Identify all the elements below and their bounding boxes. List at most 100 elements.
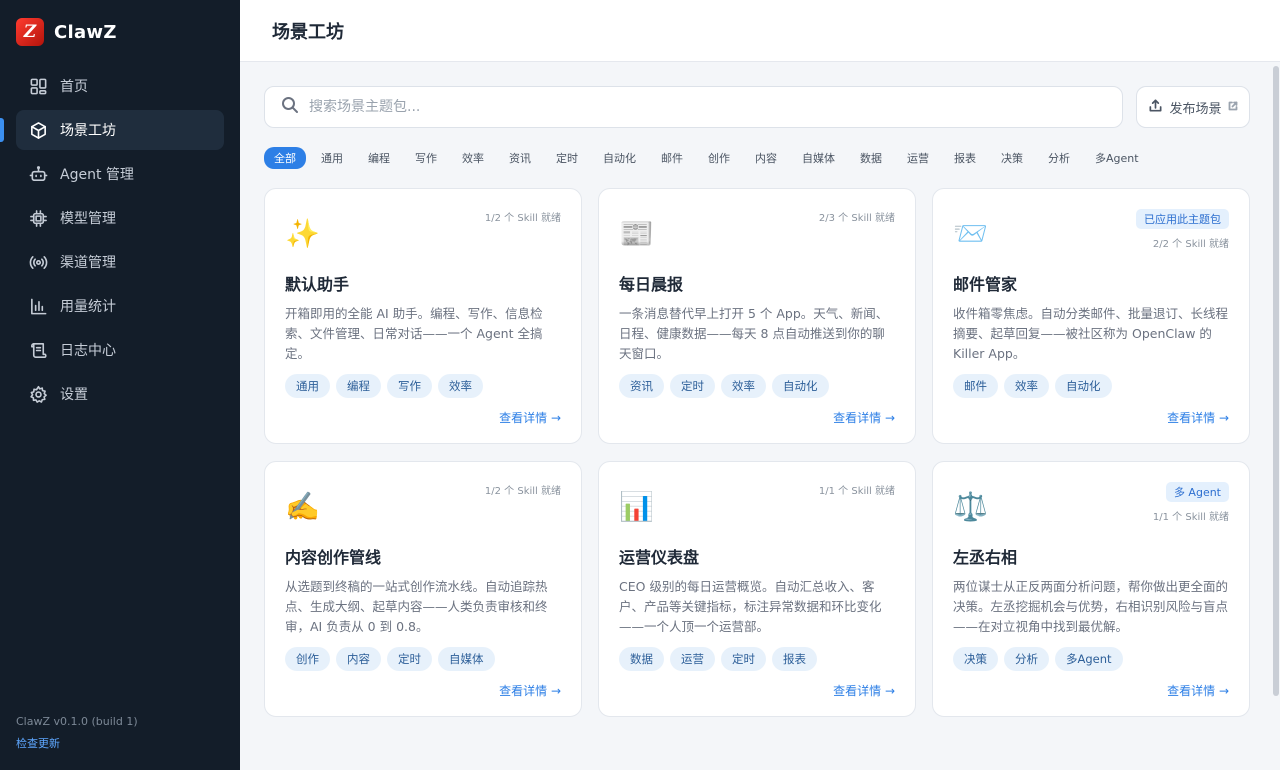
envelope-icon: 📨 xyxy=(953,217,988,250)
tag: 内容 xyxy=(336,647,381,671)
filter-chip[interactable]: 创作 xyxy=(698,147,740,169)
sidebar-item-scene-workshop[interactable]: 场景工坊 xyxy=(16,110,224,150)
robot-icon xyxy=(28,164,48,184)
card-tags: 通用 编程 写作 效率 xyxy=(285,374,489,398)
sidebar-item-channels[interactable]: 渠道管理 xyxy=(16,242,224,282)
filter-chip[interactable]: 内容 xyxy=(745,147,787,169)
tag: 资讯 xyxy=(619,374,664,398)
card-description: 一条消息替代早上打开 5 个 App。天气、新闻、日程、健康数据——每天 8 点… xyxy=(619,306,889,361)
sidebar-item-label: 日志中心 xyxy=(60,343,116,359)
gear-icon xyxy=(28,384,48,404)
card-tags: 创作 内容 定时 自媒体 xyxy=(285,647,501,671)
brand[interactable]: Z ClawZ xyxy=(16,18,117,46)
view-details-link[interactable]: 查看详情 → xyxy=(833,409,895,426)
sidebar-item-label: Agent 管理 xyxy=(60,167,134,183)
card-description: 收件箱零焦虑。自动分类邮件、批量退订、长线程摘要、起草回复——被社区称为 Ope… xyxy=(953,306,1229,361)
sidebar-item-label: 首页 xyxy=(60,79,88,95)
tag: 效率 xyxy=(438,374,483,398)
sidebar-item-label: 用量统计 xyxy=(60,299,116,315)
tag: 分析 xyxy=(1004,647,1049,671)
scene-card[interactable]: 1/2 个 Skill 就绪 ✨ 默认助手 开箱即用的全能 AI 助手。编程、写… xyxy=(264,188,582,444)
check-update-link[interactable]: 检查更新 xyxy=(16,735,60,751)
view-details-link[interactable]: 查看详情 → xyxy=(499,682,561,699)
filter-chip[interactable]: 报表 xyxy=(944,147,986,169)
sidebar-item-usage[interactable]: 用量统计 xyxy=(16,286,224,326)
sidebar-item-label: 渠道管理 xyxy=(60,255,116,271)
writing-hand-icon: ✍️ xyxy=(285,490,320,523)
filter-chip[interactable]: 定时 xyxy=(546,147,588,169)
scene-card[interactable]: 1/1 个 Skill 就绪 📊 运营仪表盘 CEO 级别的每日运营概览。自动汇… xyxy=(598,461,916,717)
sidebar-item-settings[interactable]: 设置 xyxy=(16,374,224,414)
bar-chart-emoji-icon: 📊 xyxy=(619,490,654,523)
publish-scene-button[interactable]: 发布场景 xyxy=(1136,86,1250,128)
sidebar-item-label: 模型管理 xyxy=(60,211,116,227)
tag: 数据 xyxy=(619,647,664,671)
scene-card[interactable]: 已应用此主题包 2/2 个 Skill 就绪 📨 邮件管家 收件箱零焦虑。自动分… xyxy=(932,188,1250,444)
filter-chip[interactable]: 通用 xyxy=(311,147,353,169)
sidebar-item-agent[interactable]: Agent 管理 xyxy=(16,154,224,194)
sidebar-nav: 首页 场景工坊 Agent 管理 模型管理 渠道管理 用量统计 日志中心 设置 xyxy=(16,66,224,418)
upload-icon xyxy=(1148,98,1163,117)
scene-card[interactable]: 2/3 个 Skill 就绪 📰 每日晨报 一条消息替代早上打开 5 个 App… xyxy=(598,188,916,444)
scene-card[interactable]: 多 Agent 1/1 个 Skill 就绪 ⚖️ 左丞右相 两位谋士从正反两面… xyxy=(932,461,1250,717)
view-details-link[interactable]: 查看详情 → xyxy=(1167,409,1229,426)
filter-chip[interactable]: 决策 xyxy=(991,147,1033,169)
filter-chip[interactable]: 邮件 xyxy=(651,147,693,169)
card-title: 默认助手 xyxy=(285,275,350,294)
filter-chip[interactable]: 运营 xyxy=(897,147,939,169)
category-filters: 全部 通用 编程 写作 效率 资讯 定时 自动化 邮件 创作 内容 自媒体 数据… xyxy=(264,147,1154,169)
sparkles-icon: ✨ xyxy=(285,217,320,250)
skill-status: 1/1 个 Skill 就绪 xyxy=(1152,512,1229,523)
search-box[interactable] xyxy=(264,86,1123,128)
header: 场景工坊 xyxy=(240,0,1280,62)
filter-chip-all[interactable]: 全部 xyxy=(264,147,306,169)
tag: 决策 xyxy=(953,647,998,671)
filter-chip[interactable]: 写作 xyxy=(405,147,447,169)
card-tags: 数据 运营 定时 报表 xyxy=(619,647,823,671)
view-details-link[interactable]: 查看详情 → xyxy=(1167,682,1229,699)
version-text: ClawZ v0.1.0 (build 1) xyxy=(16,715,138,728)
scrollbar[interactable] xyxy=(1272,62,1280,770)
filter-chip[interactable]: 编程 xyxy=(358,147,400,169)
skill-status: 2/3 个 Skill 就绪 xyxy=(818,213,895,224)
scene-card[interactable]: 1/2 个 Skill 就绪 ✍️ 内容创作管线 从选题到终稿的一站式创作流水线… xyxy=(264,461,582,717)
tag: 定时 xyxy=(670,374,715,398)
tag: 创作 xyxy=(285,647,330,671)
filter-chip[interactable]: 自动化 xyxy=(593,147,646,169)
view-details-link[interactable]: 查看详情 → xyxy=(833,682,895,699)
scrollbar-thumb[interactable] xyxy=(1273,66,1279,696)
sidebar-item-label: 场景工坊 xyxy=(60,123,116,139)
sidebar-item-home[interactable]: 首页 xyxy=(16,66,224,106)
scroll-icon xyxy=(28,340,48,360)
skill-status: 2/2 个 Skill 就绪 xyxy=(1152,239,1229,250)
sidebar-item-logs[interactable]: 日志中心 xyxy=(16,330,224,370)
tag: 效率 xyxy=(721,374,766,398)
search-input[interactable] xyxy=(309,99,1069,115)
search-icon xyxy=(281,96,299,118)
publish-scene-label: 发布场景 xyxy=(1169,101,1222,117)
tag: 定时 xyxy=(721,647,766,671)
chip-icon xyxy=(28,208,48,228)
tag: 邮件 xyxy=(953,374,998,398)
skill-status: 1/2 个 Skill 就绪 xyxy=(484,486,561,497)
tag: 通用 xyxy=(285,374,330,398)
filter-chip[interactable]: 效率 xyxy=(452,147,494,169)
tag: 定时 xyxy=(387,647,432,671)
card-tags: 资讯 定时 效率 自动化 xyxy=(619,374,835,398)
multi-agent-badge: 多 Agent xyxy=(1165,482,1229,502)
view-details-link[interactable]: 查看详情 → xyxy=(499,409,561,426)
card-title: 每日晨报 xyxy=(619,275,684,294)
filter-chip[interactable]: 资讯 xyxy=(499,147,541,169)
sidebar-item-label: 设置 xyxy=(60,387,88,403)
tag: 多Agent xyxy=(1055,647,1123,671)
filter-chip[interactable]: 多Agent xyxy=(1085,147,1149,169)
external-link-icon xyxy=(1228,100,1238,115)
filter-chip[interactable]: 分析 xyxy=(1038,147,1080,169)
sidebar-item-models[interactable]: 模型管理 xyxy=(16,198,224,238)
skill-status: 1/2 个 Skill 就绪 xyxy=(484,213,561,224)
filter-chip[interactable]: 自媒体 xyxy=(792,147,845,169)
filter-chip[interactable]: 数据 xyxy=(850,147,892,169)
tag: 运营 xyxy=(670,647,715,671)
card-tags: 邮件 效率 自动化 xyxy=(953,374,1118,398)
tag: 写作 xyxy=(387,374,432,398)
